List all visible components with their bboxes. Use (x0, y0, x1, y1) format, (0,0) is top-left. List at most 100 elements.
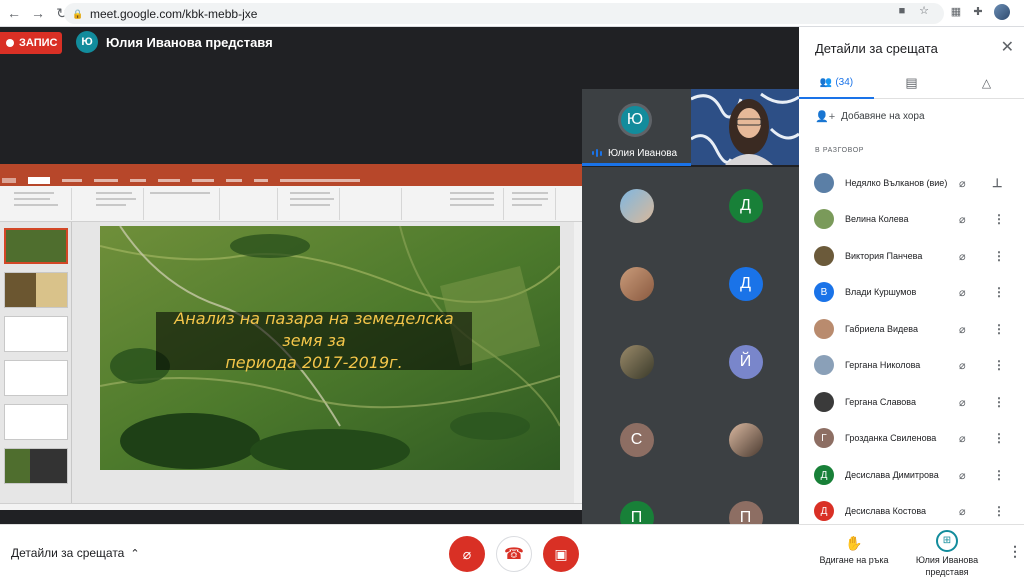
menu-icon[interactable]: ⋮ (1020, 6, 1024, 18)
present-now-button[interactable]: ⊞ Юлия Иванова представя (908, 530, 986, 578)
profile-avatar[interactable] (994, 4, 1010, 20)
speaking-indicator-icon (592, 149, 602, 157)
meeting-details-panel: Детайли за срещата ✕ 👥 (34) ▤ △ 👤+ Добав… (799, 27, 1024, 524)
participant-avatar (814, 209, 834, 229)
slide-title-line-2: периода 2017-2019г. (225, 353, 403, 372)
list-item[interactable]: Г Грозданка Свиленова ⌀ ⋮ (799, 420, 1024, 456)
list-item[interactable]: Виктория Панчева ⌀ ⋮ (799, 238, 1024, 274)
presenting-label-line-1: Юлия Иванова (915, 555, 979, 565)
slide-title-line-1: Анализ на пазара на земеделска земя за (174, 309, 454, 350)
list-item[interactable]: Гергана Николова ⌀ ⋮ (799, 347, 1024, 383)
participant-avatar (814, 392, 834, 412)
self-video-tile[interactable] (691, 89, 799, 165)
pin-icon[interactable]: ⊥ (992, 176, 1002, 190)
more-options-icon[interactable]: ⋮ (993, 212, 1005, 226)
ppt-workspace: Анализ на пазара на земеделска земя за п… (0, 222, 582, 503)
mic-toggle-button[interactable]: ⌀ (449, 536, 485, 572)
more-options-icon[interactable]: ⋮ (993, 431, 1005, 445)
more-options-icon[interactable]: ⋮ (993, 249, 1005, 263)
mic-off-icon: ⌀ (959, 286, 966, 299)
lock-icon: 🔒 (72, 8, 84, 19)
list-item[interactable]: Гергана Славова ⌀ ⋮ (799, 384, 1024, 420)
participant-name: Гергана Николова (845, 360, 921, 370)
tab-chat[interactable]: ▤ (874, 67, 949, 99)
slide-thumbnails (0, 222, 72, 503)
panel-tabs: 👥 (34) ▤ △ (799, 67, 1024, 99)
more-options-icon[interactable]: ⋮ (993, 358, 1005, 372)
participant-avatar: Д (728, 189, 763, 223)
participant-tile[interactable]: П (691, 479, 800, 535)
tab-activities[interactable]: △ (949, 67, 1024, 99)
list-item[interactable]: В Влади Куршумов ⌀ ⋮ (799, 274, 1024, 310)
mic-off-icon: ⌀ (959, 396, 966, 409)
mic-off-icon: ⌀ (959, 213, 966, 226)
more-options-icon[interactable]: ⋮ (993, 395, 1005, 409)
mic-off-icon: ⌀ (462, 545, 472, 562)
list-item[interactable]: Д Десислава Димитрова ⌀ ⋮ (799, 457, 1024, 493)
back-icon[interactable]: ← (4, 3, 24, 23)
presenter-tile[interactable]: Ю Юлия Иванова (582, 89, 691, 165)
add-people-label: Добавяне на хора (841, 111, 925, 122)
ppt-ribbon (0, 186, 582, 222)
slide-thumbnail[interactable] (4, 404, 68, 440)
leave-call-button[interactable]: ☎ (496, 536, 532, 572)
close-icon[interactable]: ✕ (1001, 37, 1014, 57)
participant-tile[interactable] (582, 167, 691, 245)
slide-thumbnail[interactable] (4, 360, 68, 396)
participant-tile[interactable]: П (582, 479, 691, 535)
list-item[interactable]: Габриела Видева ⌀ ⋮ (799, 311, 1024, 347)
record-dot-icon (6, 39, 14, 47)
presenter-header: Ю Юлия Иванова представя (76, 31, 273, 53)
browser-toolbar: ← → ↻ 🔒 meet.google.com/kbk-mebb-jxe ■ ☆… (0, 0, 1024, 27)
list-item[interactable]: Велина Колева ⌀ ⋮ (799, 201, 1024, 237)
mic-off-icon: ⌀ (959, 359, 966, 372)
slide-thumbnail[interactable] (4, 448, 68, 484)
participant-name: Грозданка Свиленова (845, 433, 937, 443)
presenter-tile-name: Юлия Иванова (608, 148, 678, 159)
raise-hand-label: Вдигане на ръка (819, 555, 889, 565)
raise-hand-button[interactable]: ✋ Вдигане на ръка (814, 535, 894, 565)
ppt-statusbar (0, 503, 582, 510)
presenter-tile-avatar: Ю (618, 103, 652, 137)
participant-avatar (728, 423, 763, 457)
participant-tile[interactable] (691, 401, 800, 479)
mic-off-icon: ⌀ (959, 250, 966, 263)
star-icon[interactable]: ☆ (918, 5, 930, 17)
participant-avatar: Д (728, 267, 763, 301)
forward-icon[interactable]: → (28, 3, 48, 23)
participant-tile[interactable]: Д (691, 167, 800, 245)
participant-avatar (814, 246, 834, 266)
puzzle-icon[interactable]: ✚ (972, 6, 984, 18)
participant-avatar: В (814, 282, 834, 302)
slide-thumbnail[interactable] (4, 228, 68, 264)
camera-toggle-button[interactable]: ▣ (543, 536, 579, 572)
add-person-icon: 👤+ (815, 111, 836, 123)
participant-tile[interactable] (582, 323, 691, 401)
address-bar[interactable]: 🔒 meet.google.com/kbk-mebb-jxe (64, 3, 944, 24)
more-options-icon[interactable]: ⋮ (993, 322, 1005, 336)
participant-tile[interactable]: С (582, 401, 691, 479)
chevron-up-icon: ⌃ (130, 547, 140, 560)
slide-thumbnail[interactable] (4, 316, 68, 352)
participant-tile[interactable]: Д (691, 245, 800, 323)
more-options-icon[interactable]: ⋮ (993, 504, 1005, 518)
participant-name: Габриела Видева (845, 324, 918, 334)
slide-thumbnail[interactable] (4, 272, 68, 308)
camera-icon[interactable]: ■ (896, 5, 908, 17)
more-options-icon[interactable]: ⋮ (993, 285, 1005, 299)
participant-name: Десислава Димитрова (845, 470, 939, 480)
grid-extension-icon[interactable]: ▦ (950, 6, 962, 18)
present-icon: ⊞ (936, 530, 958, 552)
ppt-scrollbar[interactable] (574, 222, 582, 503)
list-item[interactable]: Недялко Вълканов (вие) ⌀ ⊥ (799, 165, 1024, 201)
meeting-details-button[interactable]: Детайли за срещата ⌃ (11, 546, 140, 560)
participant-name: Недялко Вълканов (вие) (845, 178, 948, 188)
participant-tile[interactable] (582, 245, 691, 323)
more-options-icon[interactable]: ⋮ (993, 468, 1005, 482)
participant-tile[interactable]: Й (691, 323, 800, 401)
tab-people[interactable]: 👥 (34) (799, 67, 874, 99)
shared-screen: Анализ на пазара на земеделска земя за п… (0, 164, 582, 510)
more-options-icon[interactable]: ⋮ (1008, 543, 1022, 560)
add-people-button[interactable]: 👤+ Добавяне на хора (815, 110, 925, 123)
participant-avatar (814, 355, 834, 375)
